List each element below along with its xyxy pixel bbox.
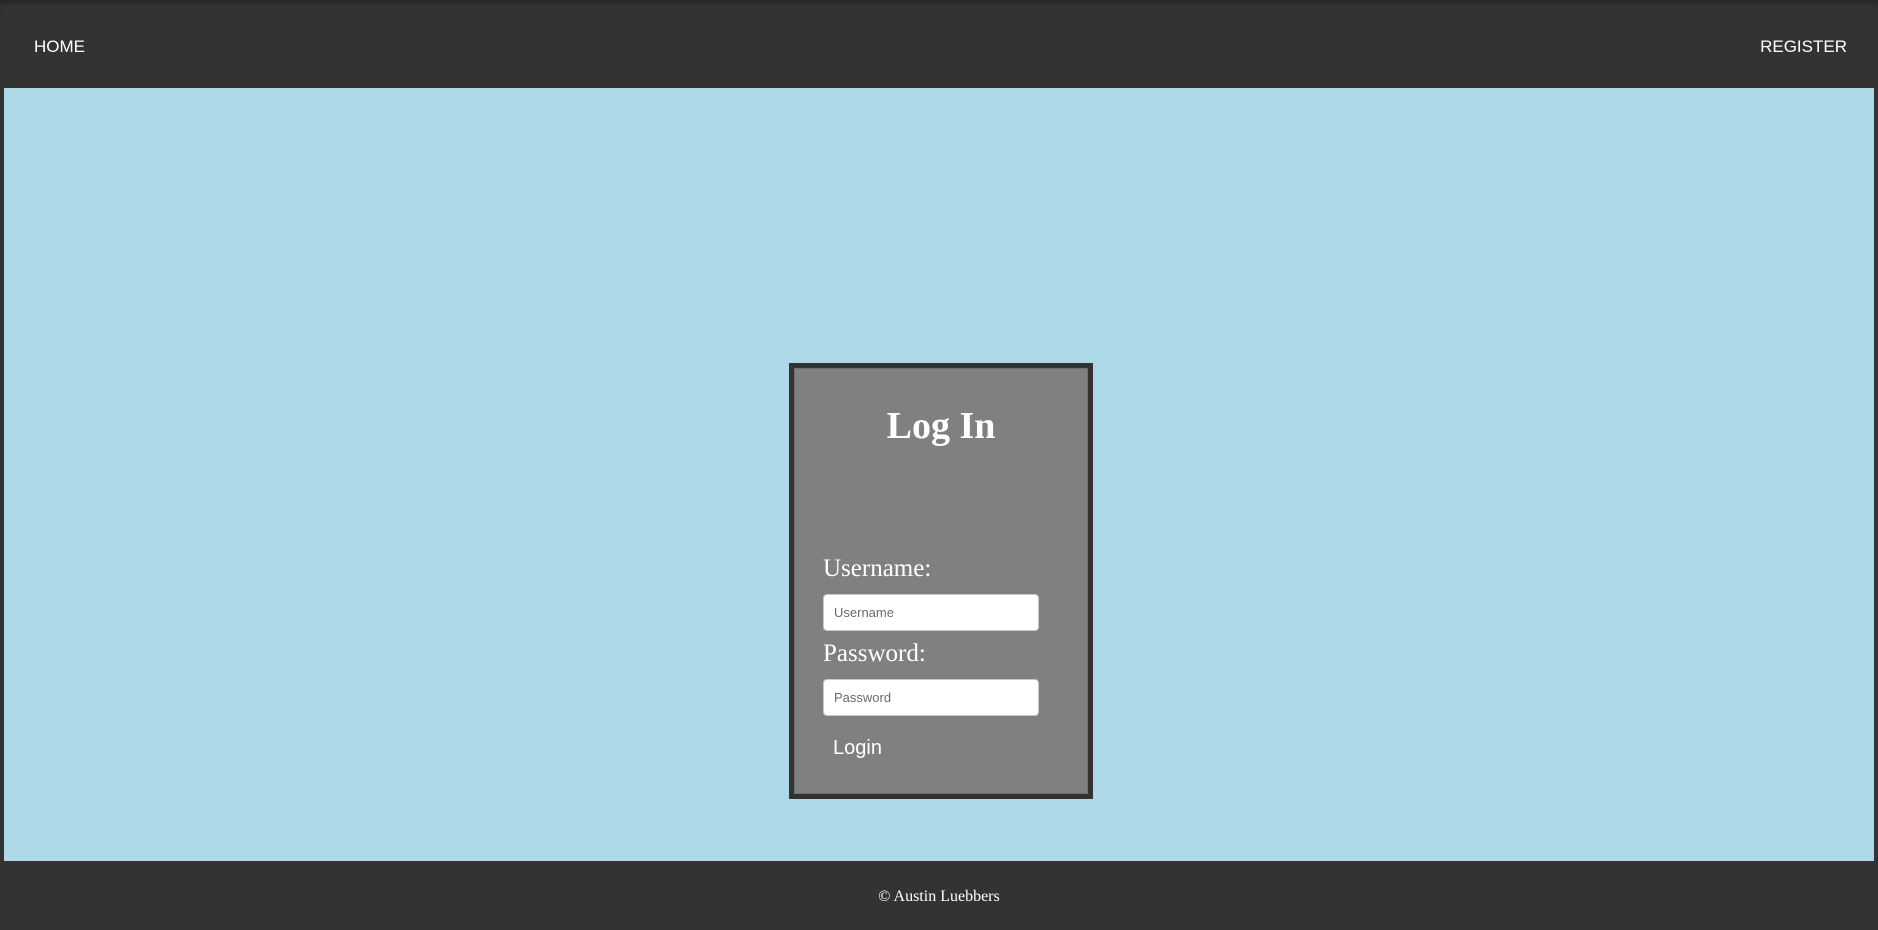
username-input[interactable] [823,594,1039,631]
copyright-text: © Austin Luebbers [878,888,1000,905]
password-input[interactable] [823,679,1039,716]
username-label: Username: [823,555,932,582]
nav-home-link[interactable]: HOME [34,36,85,58]
page: HOME REGISTER Log In Username: Password:… [0,0,1878,930]
right-border [1874,88,1878,861]
login-title: Log In [886,405,996,447]
password-label: Password: [823,640,926,667]
main-content: Log In Username: Password: Login [4,88,1874,861]
login-button[interactable]: Login [823,733,892,763]
nav-register-link[interactable]: REGISTER [1760,36,1847,58]
footer: © Austin Luebbers [0,861,1878,930]
login-form: Log In Username: Password: Login [789,363,1093,799]
top-navbar: HOME REGISTER [0,0,1878,88]
